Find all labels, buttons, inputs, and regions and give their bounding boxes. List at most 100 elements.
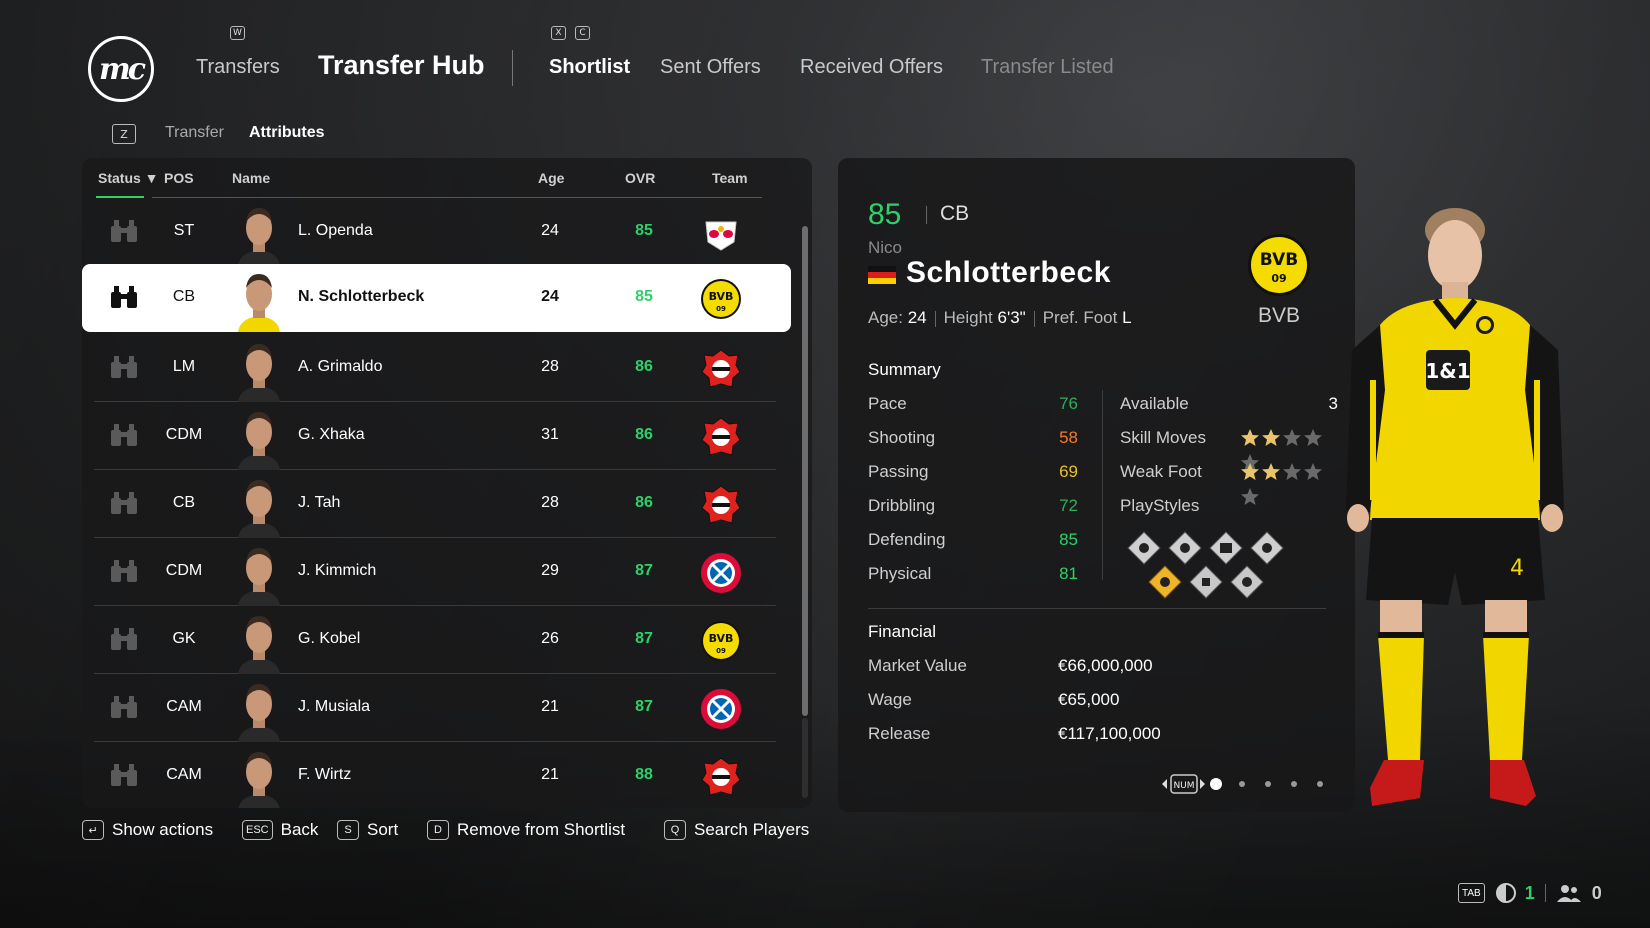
chevron-right-icon xyxy=(1200,779,1205,789)
scrollbar-track[interactable] xyxy=(802,718,808,798)
player-pos: CDM xyxy=(165,562,203,579)
tab-sent-offers[interactable]: Sent Offers xyxy=(660,56,761,79)
users-icon xyxy=(1556,885,1581,902)
player-age: 21 xyxy=(541,698,559,715)
hint-back[interactable]: ESC Back xyxy=(242,820,318,840)
breadcrumb-attributes[interactable]: Attributes xyxy=(249,124,325,142)
release-row: Release €117,100,000 xyxy=(868,724,1161,743)
hint-remove-from-shortlist[interactable]: D Remove from Shortlist xyxy=(427,820,625,840)
tab-shortlist[interactable]: Shortlist xyxy=(549,56,630,79)
nav-transfers[interactable]: Transfers xyxy=(196,56,280,79)
svg-text:BVB: BVB xyxy=(709,290,734,303)
page-dot xyxy=(1210,778,1222,790)
hint-show-actions[interactable]: ↵ Show actions xyxy=(82,820,213,840)
player-age: 24 xyxy=(907,308,927,327)
player-ovr: 87 xyxy=(635,562,653,579)
player-ovr: 86 xyxy=(635,358,653,375)
scrollbar-thumb[interactable] xyxy=(802,226,808,716)
skill-moves-stars xyxy=(1240,428,1344,471)
player-foot: L xyxy=(1122,308,1132,327)
svg-text:09: 09 xyxy=(716,305,726,313)
player-ovr: 87 xyxy=(635,630,653,647)
wage-row: Wage €65,000 xyxy=(868,690,1120,709)
binoculars-icon[interactable] xyxy=(108,762,140,788)
star-icon xyxy=(1304,429,1322,446)
stat-value: 76 xyxy=(1059,394,1078,413)
binoculars-icon[interactable] xyxy=(108,558,140,584)
club-abbreviation: BVB xyxy=(1257,304,1301,327)
financial-heading: Financial xyxy=(868,622,937,641)
star-icon xyxy=(1262,429,1280,446)
table-row[interactable]: ST L. Openda 24 85 xyxy=(94,198,776,266)
svg-text:4: 4 xyxy=(1510,556,1524,581)
stat-value: 69 xyxy=(1059,462,1078,481)
player-ovr: 86 xyxy=(635,494,653,511)
player-face-image xyxy=(236,746,282,808)
binoculars-icon[interactable] xyxy=(108,284,140,310)
bayern-crest-icon xyxy=(700,552,742,594)
tab-received-offers[interactable]: Received Offers xyxy=(800,56,943,79)
binoculars-icon[interactable] xyxy=(108,694,140,720)
hint-sort[interactable]: S Sort xyxy=(337,820,398,840)
player-name: F. Wirtz xyxy=(298,766,352,783)
leverkusen-crest-icon xyxy=(700,416,742,458)
svg-text:NUM: NUM xyxy=(1173,781,1194,791)
table-row[interactable]: LM A. Grimaldo 28 86 xyxy=(94,334,776,402)
binoculars-icon[interactable] xyxy=(108,626,140,652)
tab-key[interactable]: TAB xyxy=(1458,883,1485,903)
player-face-image xyxy=(236,610,282,674)
playstyles-icons[interactable] xyxy=(1122,530,1342,602)
table-row[interactable]: CB J. Tah 28 86 xyxy=(94,470,776,538)
binoculars-icon[interactable] xyxy=(108,490,140,516)
page-dot xyxy=(1265,781,1271,787)
leverkusen-crest-icon xyxy=(700,348,742,390)
breadcrumb-transfer[interactable]: Transfer xyxy=(165,124,224,142)
binoculars-icon[interactable] xyxy=(108,422,140,448)
table-row[interactable]: CB N. Schlotterbeck 24 85 BVB 09 xyxy=(82,264,791,332)
tab-transfer-listed[interactable]: Transfer Listed xyxy=(981,56,1114,79)
key-hint: D xyxy=(427,820,449,840)
col-status[interactable]: Status ▼ xyxy=(98,170,159,186)
page-dot xyxy=(1317,781,1323,787)
status-bar: TAB 1 0 xyxy=(1458,882,1602,904)
divider xyxy=(868,608,1326,609)
market-value: €66,000,000 xyxy=(1058,656,1153,675)
page-dot xyxy=(1291,781,1297,787)
half-circle-icon xyxy=(1495,883,1516,903)
col-team[interactable]: Team xyxy=(712,170,748,186)
player-ovr: 85 xyxy=(635,288,653,305)
binoculars-icon[interactable] xyxy=(108,218,140,244)
table-row[interactable]: GK G. Kobel 26 87 BVB 09 xyxy=(94,606,776,674)
col-age[interactable]: Age xyxy=(538,170,564,186)
player-face-image xyxy=(236,406,282,470)
table-row[interactable]: CDM J. Kimmich 29 87 xyxy=(94,538,776,606)
hint-search-players[interactable]: Q Search Players xyxy=(664,820,809,840)
leverkusen-crest-icon xyxy=(700,756,742,798)
player-age: 28 xyxy=(541,358,559,375)
bayern-crest-icon xyxy=(700,688,742,730)
player-pos: CB xyxy=(172,494,196,511)
player-name: J. Musiala xyxy=(298,698,371,715)
table-row[interactable]: CDM G. Xhaka 31 86 xyxy=(94,402,776,470)
player-position: CB xyxy=(940,202,970,225)
binoculars-icon[interactable] xyxy=(108,354,140,380)
star-icon xyxy=(1304,463,1322,480)
player-name: J. Kimmich xyxy=(298,562,377,579)
col-ovr[interactable]: OVR xyxy=(625,170,655,186)
stat-value: 72 xyxy=(1059,496,1078,515)
stat-dribbling: Dribbling 72 xyxy=(868,496,1078,515)
svg-text:09: 09 xyxy=(716,647,726,655)
player-pos: CDM xyxy=(165,426,203,443)
player-face-image xyxy=(236,202,282,266)
page-indicator[interactable]: NUM xyxy=(1156,774,1346,794)
table-row[interactable]: CAM J. Musiala 21 87 xyxy=(94,674,776,742)
available-row: Available 3 xyxy=(1120,394,1338,413)
release-value: €117,100,000 xyxy=(1058,724,1161,743)
col-pos[interactable]: POS xyxy=(164,170,194,186)
key-z-hint: Z xyxy=(112,124,136,144)
col-name[interactable]: Name xyxy=(232,170,270,186)
weak-foot-stars xyxy=(1240,462,1344,505)
chevron-left-icon xyxy=(1162,779,1167,789)
table-row[interactable]: CAM F. Wirtz 21 88 xyxy=(94,742,776,808)
player-height: 6'3" xyxy=(997,308,1026,327)
